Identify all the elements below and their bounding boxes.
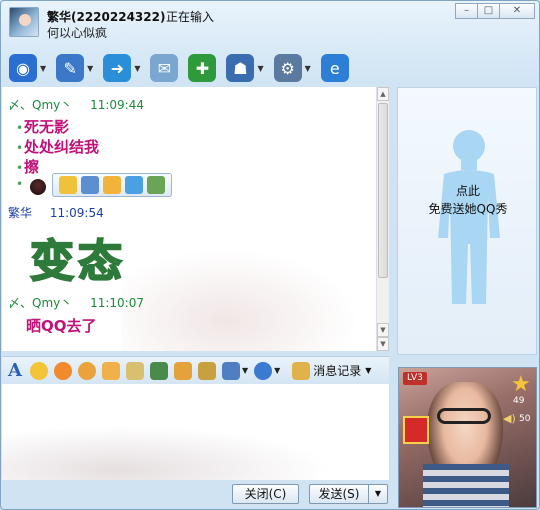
- smile-icon[interactable]: [103, 176, 121, 194]
- minimize-button[interactable]: –: [455, 3, 478, 19]
- volume-level: 50: [519, 414, 531, 424]
- image-icon[interactable]: [147, 176, 165, 194]
- message-header: 〆、Qmy丶 11:09:44: [8, 96, 144, 113]
- emoticon-icon: [30, 179, 46, 195]
- image-icon[interactable]: [149, 361, 168, 380]
- toolbar-button[interactable]: ✉: [150, 54, 179, 82]
- message-action-bar: [52, 173, 172, 197]
- typing-status: 正在输入: [166, 10, 215, 24]
- toolbar-button[interactable]: ◉ ▼: [9, 54, 46, 82]
- message-time: 11:09:54: [49, 206, 104, 220]
- add-app-icon: ✚: [188, 54, 217, 82]
- scroll-thumb[interactable]: [378, 103, 388, 278]
- doodle-icon[interactable]: [125, 361, 144, 380]
- history-icon: [292, 361, 311, 380]
- gift-icon[interactable]: [197, 361, 216, 380]
- chat-scrollbar[interactable]: ▲ ▼ ▼: [376, 87, 389, 351]
- screenshot-icon[interactable]: [221, 361, 240, 380]
- close-window-button[interactable]: ✕: [499, 3, 535, 19]
- toolbar-button[interactable]: ➜ ▼: [103, 54, 140, 82]
- chat-history: 〆、Qmy丶 11:09:44 •死无影 •处处纠结我 •擦 • 繁华 11:0…: [2, 87, 389, 351]
- chevron-down-icon[interactable]: ▼: [242, 366, 248, 375]
- chevron-down-icon[interactable]: ▼: [134, 64, 140, 73]
- scroll-up-icon[interactable]: ▲: [377, 87, 389, 101]
- message-line: •处处纠结我: [16, 138, 100, 156]
- toolbar-button[interactable]: ✚: [188, 54, 217, 82]
- font-icon[interactable]: A: [8, 360, 22, 381]
- music-icon[interactable]: [173, 361, 192, 380]
- message-sender: 〆、Qmy丶: [8, 296, 73, 310]
- toolbar-button[interactable]: ☗ ▼: [226, 54, 264, 82]
- sticker-image[interactable]: 变态: [29, 225, 142, 288]
- format-toolbar: A ▼ ▼ 消息记录 ▼: [2, 356, 389, 384]
- chevron-down-icon[interactable]: ▼: [274, 366, 280, 375]
- message-input[interactable]: [2, 384, 389, 480]
- input-background-image: [2, 414, 389, 480]
- message-line: •擦: [16, 158, 40, 176]
- gift-icon[interactable]: [403, 416, 429, 444]
- chevron-down-icon: ▼: [365, 366, 372, 375]
- scroll-end-icon[interactable]: ▼: [377, 337, 389, 351]
- message-time: 11:09:44: [90, 98, 144, 112]
- scroll-down-icon[interactable]: ▼: [377, 323, 389, 337]
- shake-icon[interactable]: [77, 361, 96, 380]
- search-icon[interactable]: [125, 176, 143, 194]
- message-line: •: [16, 177, 24, 191]
- message-line: •死无影: [16, 118, 70, 136]
- glasses-image: [437, 408, 491, 424]
- toolbar-button[interactable]: ✎ ▼: [56, 54, 93, 82]
- history-label: 消息记录: [313, 364, 362, 378]
- sticker-text: 变态: [29, 235, 126, 288]
- main-toolbar: ◉ ▼ ✎ ▼ ➜ ▼ ✉ ✚ ☗ ▼ ⚙ ▼ e: [9, 51, 359, 85]
- send-file-icon: ➜: [103, 54, 132, 82]
- chat-window: 繁华(2220224322) 正在输入 何以心似疯 – □ ✕ ◉ ▼ ✎ ▼ ➜ ▼ ✉ ✚…: [0, 0, 540, 510]
- show-hint-line2: 免费送她QQ秀: [428, 202, 508, 216]
- history-button[interactable]: 消息记录 ▼: [292, 361, 372, 380]
- message-sender: 繁华: [8, 206, 33, 220]
- pay-icon[interactable]: [254, 361, 273, 380]
- star-icon: ★: [511, 372, 531, 397]
- contact-avatar[interactable]: [9, 7, 39, 37]
- video-preview[interactable]: LV3 ★ 49 ◀) 50: [398, 367, 537, 508]
- add-emoticon-icon[interactable]: [59, 176, 77, 194]
- emoticon-icon[interactable]: [29, 361, 48, 380]
- contact-name: 繁华(2220224322): [47, 10, 166, 24]
- chat-background-image: [122, 237, 382, 351]
- level-badge: LV3: [403, 372, 427, 385]
- qq-show-panel[interactable]: 点此 免费送她QQ秀: [397, 87, 537, 355]
- toolbar-button[interactable]: e: [320, 54, 349, 82]
- shirt-image: [423, 464, 509, 507]
- message-time: 11:10:07: [90, 296, 144, 310]
- settings-icon: ⚙: [273, 54, 302, 82]
- message-line: 晒QQ去了: [26, 317, 97, 335]
- maximize-button[interactable]: □: [477, 3, 500, 19]
- star-count: 49: [513, 396, 525, 406]
- send-options-dropdown[interactable]: ▼: [368, 484, 388, 504]
- show-hint-line1: 点此: [455, 184, 480, 198]
- message-sender: 〆、Qmy丶: [8, 98, 73, 112]
- close-button[interactable]: 关闭(C): [232, 484, 299, 504]
- webcam-icon: ◉: [9, 54, 37, 82]
- send-button[interactable]: 发送(S): [309, 484, 368, 504]
- voice-message-icon[interactable]: [101, 361, 120, 380]
- group-icon: ☗: [226, 54, 255, 82]
- email-icon: ✉: [150, 54, 179, 82]
- chevron-down-icon[interactable]: ▼: [305, 64, 311, 73]
- chevron-down-icon[interactable]: ▼: [40, 64, 46, 73]
- volume-icon[interactable]: ◀): [503, 412, 516, 425]
- contact-signature: 何以心似疯: [47, 26, 108, 40]
- chevron-down-icon[interactable]: ▼: [87, 64, 93, 73]
- toolbar-button[interactable]: ⚙ ▼: [273, 54, 311, 82]
- ie-icon: e: [320, 54, 349, 82]
- window-controls: – □ ✕: [455, 3, 535, 19]
- save-icon[interactable]: [81, 176, 99, 194]
- magic-emoticon-icon[interactable]: [53, 361, 72, 380]
- message-header: 繁华 11:09:54: [8, 204, 104, 221]
- microphone-icon: ✎: [56, 54, 85, 82]
- chevron-down-icon[interactable]: ▼: [257, 64, 263, 73]
- message-header: 〆、Qmy丶 11:10:07: [8, 294, 144, 311]
